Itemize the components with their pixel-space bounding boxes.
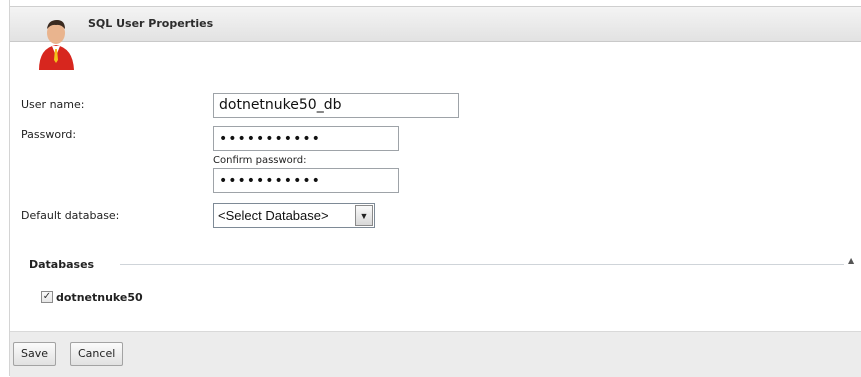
cancel-button[interactable]: Cancel	[70, 342, 124, 366]
default-database-selected: <Select Database>	[218, 208, 329, 223]
user-name-label: User name:	[21, 98, 85, 111]
section-divider	[120, 264, 844, 265]
panel-footer	[10, 331, 861, 377]
password-input[interactable]: •••••••••••	[213, 126, 399, 151]
user-name-input[interactable]: dotnetnuke50_db	[213, 93, 459, 118]
sql-user-properties-panel: SQL User Properties User name: dotnetnuk…	[9, 0, 861, 377]
database-checkbox-label: dotnetnuke50	[56, 291, 143, 304]
databases-section-title: Databases	[29, 258, 95, 271]
user-avatar-icon	[39, 20, 74, 70]
chevron-down-icon[interactable]: ▼	[355, 205, 373, 226]
panel-header: SQL User Properties	[10, 6, 861, 42]
confirm-password-label: Confirm password:	[213, 155, 307, 166]
password-label: Password:	[21, 128, 77, 141]
page-title: SQL User Properties	[88, 17, 214, 30]
default-database-select[interactable]: <Select Database> ▼	[213, 203, 375, 228]
database-checkbox-dotnetnuke50[interactable]: ✓	[41, 291, 53, 303]
default-database-label: Default database:	[21, 209, 120, 222]
confirm-password-input[interactable]: •••••••••••	[213, 168, 399, 193]
save-button[interactable]: Save	[13, 342, 57, 366]
collapse-icon[interactable]: ▲	[848, 256, 854, 265]
